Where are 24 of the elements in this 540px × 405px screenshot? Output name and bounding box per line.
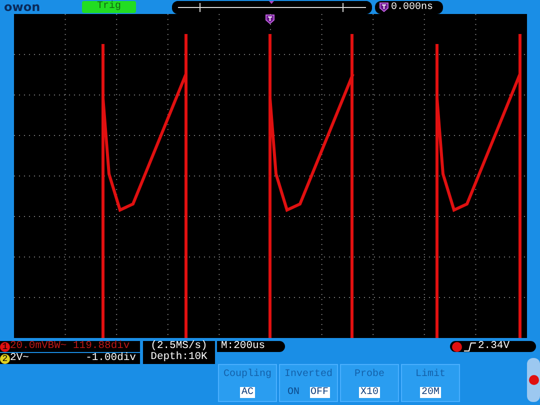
timebase: M:200us <box>217 341 285 352</box>
trigger-source-icon <box>452 342 462 352</box>
trigger-position: 0.000ns <box>391 0 434 14</box>
channel-scale: 2V~ <box>10 353 29 364</box>
menu-button[interactable]: Limit 20M <box>401 364 460 402</box>
menu-option[interactable]: OFF <box>310 386 330 398</box>
channel-scale: 20.0mVBW~ 119.88div <box>10 341 130 352</box>
trigger-status: Trig <box>82 1 136 13</box>
menu-value: AC <box>240 386 254 398</box>
trigger-level: 2.34V <box>478 341 510 352</box>
menu-button[interactable]: Probe X10 <box>340 364 399 402</box>
sample-rate: (2.5MS/s) <box>150 341 208 352</box>
channel-badge: 1 <box>0 342 10 352</box>
trigger-marker-icon <box>379 2 389 12</box>
scroll-indicator-icon <box>526 358 540 402</box>
menu-value: X10 <box>359 386 380 398</box>
menu-value: 20M <box>420 386 440 398</box>
memory-depth: Depth:10K <box>150 352 208 363</box>
menu-button[interactable]: Inverted ON OFF <box>279 364 338 402</box>
menu-button[interactable]: Coupling AC <box>218 364 277 402</box>
channel-offset: -1.00div <box>86 353 136 364</box>
logo: owon <box>4 1 42 13</box>
rising-edge-icon <box>464 342 476 352</box>
channel-badge: 2 <box>0 354 10 364</box>
